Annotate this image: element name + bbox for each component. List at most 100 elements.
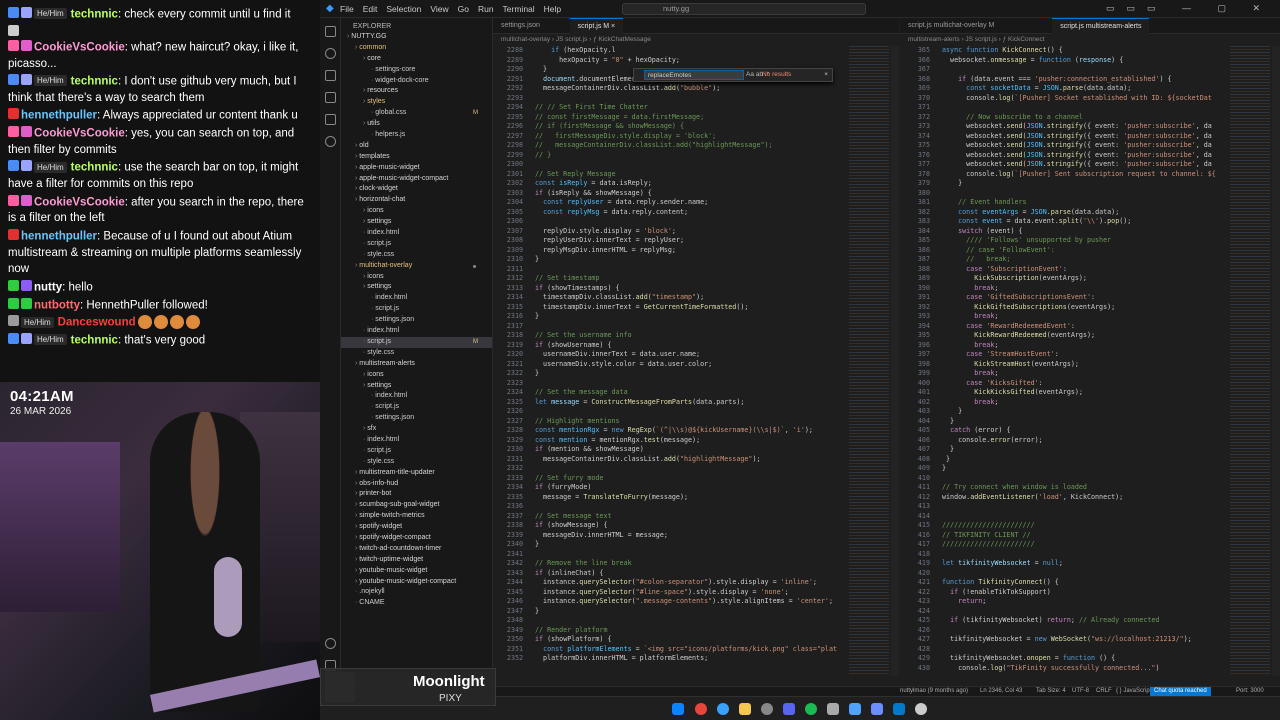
explorer-icon[interactable]: [325, 26, 336, 37]
tree-folder[interactable]: › spotify-widget: [341, 522, 492, 533]
tree-folder[interactable]: › settings: [341, 381, 492, 392]
tree-folder[interactable]: › old: [341, 141, 492, 152]
chat-username[interactable]: hennethpuller: [21, 110, 97, 122]
tree-folder[interactable]: › clock-widget: [341, 184, 492, 195]
tree-folder[interactable]: › youtube-music-widget: [341, 566, 492, 577]
tree-file[interactable]: · script.js: [341, 304, 492, 315]
chat-username[interactable]: CookieVsCookie: [34, 127, 125, 139]
tree-folder[interactable]: › icons: [341, 206, 492, 217]
chat-username[interactable]: hennethpuller: [21, 230, 97, 242]
find-close-icon[interactable]: ×: [824, 69, 828, 81]
status-eol[interactable]: CRLF: [1096, 687, 1112, 696]
command-center[interactable]: nutty.gg: [622, 3, 866, 15]
tree-folder[interactable]: › common: [341, 43, 492, 54]
tree-folder[interactable]: › simple-twitch-metrics: [341, 511, 492, 522]
status-language[interactable]: { } JavaScript: [1116, 687, 1151, 696]
tree-folder[interactable]: › icons: [341, 370, 492, 381]
tree-file[interactable]: · settings.json: [341, 315, 492, 326]
menu-item[interactable]: Run: [478, 4, 494, 14]
code-right[interactable]: 365 async function KickConnect() { 366 we…: [900, 46, 1216, 673]
chat-username[interactable]: nutty: [34, 281, 62, 293]
status-port[interactable]: Port: 3000: [1236, 687, 1264, 696]
tree-file[interactable]: · settings.json: [341, 413, 492, 424]
chat-username[interactable]: technnic: [71, 75, 118, 87]
menu-item[interactable]: File: [340, 4, 354, 14]
tree-file[interactable]: · index.html: [341, 391, 492, 402]
menu-item[interactable]: Go: [458, 4, 469, 14]
tree-file[interactable]: · script.js: [341, 239, 492, 250]
chat-username[interactable]: nutbotty: [34, 299, 80, 311]
status-tabsize[interactable]: Tab Size: 4: [1036, 687, 1066, 696]
tree-file[interactable]: · settings-core: [341, 65, 492, 76]
chat-username[interactable]: CookieVsCookie: [34, 196, 125, 208]
tree-folder[interactable]: › settings: [341, 217, 492, 228]
status-blame[interactable]: nuttylmao (9 months ago): [900, 687, 968, 696]
tree-folder[interactable]: › multichat-overlay: [341, 261, 492, 272]
obs-icon[interactable]: [761, 703, 773, 715]
app-icon[interactable]: [827, 703, 839, 715]
tree-file[interactable]: · index.html: [341, 326, 492, 337]
run-debug-icon[interactable]: [325, 92, 336, 103]
tree-folder[interactable]: › twitch-uptime-widget: [341, 555, 492, 566]
tree-folder[interactable]: › multistream-title-updater: [341, 468, 492, 479]
chrome-icon[interactable]: [695, 703, 707, 715]
source-control-icon[interactable]: [325, 70, 336, 81]
tree-folder[interactable]: › NUTTY.GG: [341, 32, 492, 43]
tree-folder[interactable]: › resources: [341, 86, 492, 97]
chat-username[interactable]: CookieVsCookie: [34, 41, 125, 53]
minimap-right[interactable]: [1230, 46, 1270, 676]
menu-item[interactable]: Selection: [386, 4, 421, 14]
tree-folder[interactable]: › multistream-alerts: [341, 359, 492, 370]
editor-tab[interactable]: settings.json: [493, 18, 548, 34]
app3-icon[interactable]: [871, 703, 883, 715]
chat-username[interactable]: technnic: [71, 334, 118, 346]
tree-file[interactable]: · script.js: [341, 446, 492, 457]
vscode-taskbar-icon[interactable]: [893, 703, 905, 715]
tree-folder[interactable]: › settings: [341, 282, 492, 293]
chat-username[interactable]: technnic: [71, 8, 118, 20]
tree-folder[interactable]: › templates: [341, 152, 492, 163]
menu-item[interactable]: Help: [544, 4, 561, 14]
remote-icon[interactable]: [325, 136, 336, 147]
app2-icon[interactable]: [849, 703, 861, 715]
tree-file[interactable]: · helpers.js: [341, 130, 492, 141]
menu-item[interactable]: View: [430, 4, 448, 14]
account-icon[interactable]: [325, 638, 336, 649]
tree-folder[interactable]: › spotify-widget-compact: [341, 533, 492, 544]
start-icon[interactable]: [672, 703, 684, 715]
status-quota[interactable]: Chat quota reached: [1150, 687, 1211, 696]
status-encoding[interactable]: UTF-8: [1072, 687, 1089, 696]
tree-file[interactable]: · script.js M: [341, 336, 492, 348]
tree-file[interactable]: · script.js: [341, 402, 492, 413]
tree-file[interactable]: · index.html: [341, 293, 492, 304]
tree-folder[interactable]: › icons: [341, 272, 492, 283]
editor-tab[interactable]: script.js multistream-alerts: [1052, 18, 1150, 34]
minimap-left[interactable]: [849, 46, 889, 676]
settings-taskbar-icon[interactable]: [915, 703, 927, 715]
editor-tab[interactable]: script.js multichat-overlay M: [900, 18, 1002, 34]
tree-folder[interactable]: › styles: [341, 97, 492, 108]
tree-file[interactable]: · style.css: [341, 348, 492, 359]
tree-folder[interactable]: › horizontal-chat: [341, 195, 492, 206]
tree-file[interactable]: · global.css M: [341, 108, 492, 119]
edge-icon[interactable]: [717, 703, 729, 715]
tree-file[interactable]: · index.html: [341, 228, 492, 239]
editor-tab[interactable]: script.js M ×: [569, 18, 624, 34]
tree-folder[interactable]: › apple-music-widget: [341, 163, 492, 174]
tree-folder[interactable]: › apple-music-widget-compact: [341, 174, 492, 185]
extensions-icon[interactable]: [325, 114, 336, 125]
tree-folder[interactable]: › core: [341, 54, 492, 65]
status-position[interactable]: Ln 2346, Col 43: [980, 687, 1022, 696]
tree-file[interactable]: · style.css: [341, 457, 492, 468]
tree-file[interactable]: · index.html: [341, 435, 492, 446]
chat-username[interactable]: technnic: [71, 162, 118, 174]
menu-item[interactable]: Terminal: [503, 4, 535, 14]
window-controls[interactable]: ▭▭▭ — ▢ ✕: [1106, 3, 1272, 14]
tree-folder[interactable]: › obs-info-hud: [341, 479, 492, 490]
tree-file[interactable]: · style.css: [341, 250, 492, 261]
tree-file[interactable]: · widget-dock-core: [341, 76, 492, 87]
tree-folder[interactable]: › utils: [341, 119, 492, 130]
scrollbar-right[interactable]: [1272, 46, 1280, 676]
tree-file[interactable]: · CNAME: [341, 598, 492, 609]
spotify-icon[interactable]: [805, 703, 817, 715]
